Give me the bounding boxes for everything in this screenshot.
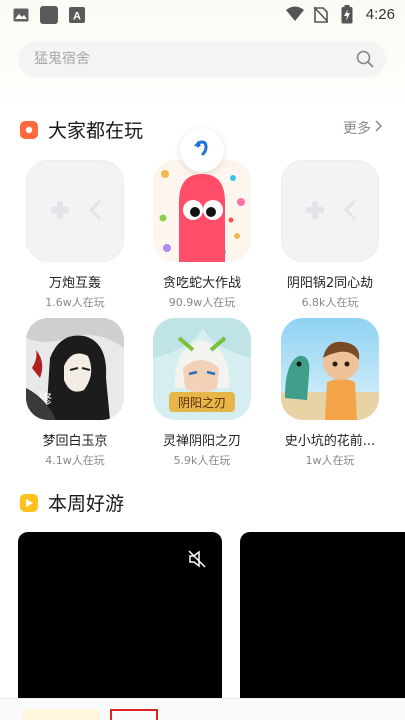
section-popular-header: 大家都在玩 [20, 116, 143, 143]
svg-text:A: A [73, 11, 81, 23]
game-name: 贪吃蛇大作战 [162, 276, 241, 291]
game-players: 90.9w人在玩 [168, 296, 236, 309]
play-section-icon [20, 493, 38, 512]
chevron-right-icon [375, 120, 383, 136]
game-players: 1.6w人在玩 [45, 296, 105, 309]
section-title: 本周好游 [48, 493, 125, 515]
game-card[interactable]: 万炮互轰 1.6w人在玩 [16, 160, 134, 310]
game-players: 6.8k人在玩 [301, 296, 359, 309]
game-name: 史小坑的花前... [284, 434, 376, 449]
game-icon-placeholder[interactable] [281, 160, 379, 262]
xianxia-game-icon[interactable]: 修 [26, 318, 124, 420]
gamepad-placeholder-icon [306, 200, 356, 220]
search-icon[interactable] [356, 50, 374, 72]
no-sim-icon [312, 5, 330, 23]
app-square-icon [40, 6, 58, 24]
nav-tab-highlight[interactable] [110, 709, 158, 720]
bottom-nav-bar [0, 698, 405, 720]
refresh-float-button[interactable] [180, 128, 224, 172]
search-input[interactable] [34, 51, 334, 67]
gamepad-placeholder-icon [51, 200, 101, 220]
status-bar: A 4:26 [0, 0, 405, 32]
snake-game-icon[interactable] [153, 160, 251, 262]
search-bar[interactable] [18, 41, 386, 77]
battery-charging-icon [338, 4, 356, 23]
game-players: 5.9k人在玩 [173, 454, 231, 467]
game-card[interactable]: 阴阳之刃 灵禅阴阳之刃 5.9k人在玩 [143, 318, 261, 468]
nav-tab-home[interactable] [22, 709, 100, 720]
game-card[interactable]: 修 梦回白玉京 4.1w人在玩 [16, 318, 134, 468]
game-name: 阴阳锅2同心劫 [286, 276, 374, 291]
game-card[interactable]: 史小坑的花前... 1w人在玩 [271, 318, 389, 468]
video-card[interactable] [240, 532, 405, 712]
more-link[interactable]: 更多 [343, 118, 383, 138]
wifi-icon [285, 5, 304, 23]
refresh-arrow-icon [192, 138, 212, 162]
popular-section-icon [20, 120, 38, 139]
game-icon-placeholder[interactable] [26, 160, 124, 262]
game-card[interactable]: 贪吃蛇大作战 90.9w人在玩 [143, 160, 261, 310]
game-players: 1w人在玩 [305, 454, 355, 467]
game-name: 万炮互轰 [48, 276, 101, 291]
more-label: 更多 [343, 121, 371, 137]
clock: 4:26 [365, 5, 395, 23]
image-icon [12, 6, 30, 24]
section-weekly-header: 本周好游 [20, 489, 124, 516]
video-card[interactable] [18, 532, 222, 712]
section-title: 大家都在玩 [48, 120, 144, 142]
shi-xiaokeng-game-icon[interactable] [281, 318, 379, 420]
keyboard-a-icon: A [68, 6, 86, 24]
mute-icon[interactable] [188, 550, 206, 572]
game-name: 梦回白玉京 [42, 434, 108, 449]
game-name: 灵禅阴阳之刃 [162, 434, 241, 449]
game-card[interactable]: 阴阳锅2同心劫 6.8k人在玩 [271, 160, 389, 310]
game-players: 4.1w人在玩 [45, 454, 105, 467]
yinyang-blade-game-icon[interactable]: 阴阳之刃 [153, 318, 251, 420]
svg-text:阴阳之刃: 阴阳之刃 [178, 396, 226, 410]
